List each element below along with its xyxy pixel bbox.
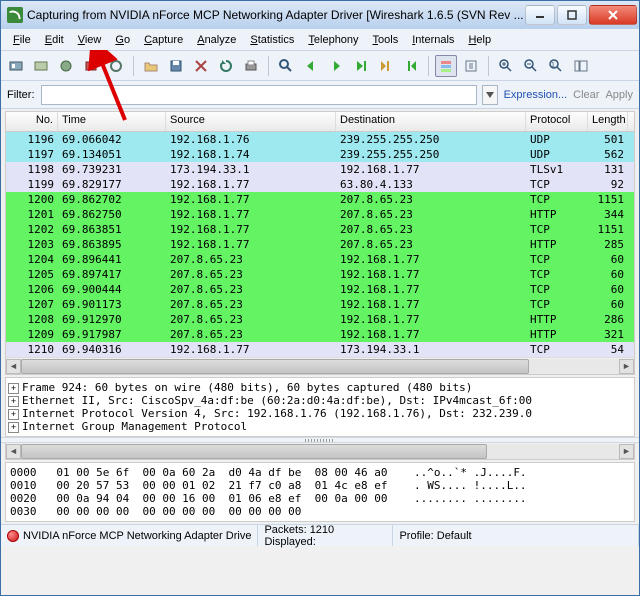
packet-details[interactable]: +Frame 924: 60 bytes on wire (480 bits),… [5,377,635,437]
expand-icon[interactable]: + [8,396,19,407]
packet-list-header[interactable]: No. Time Source Destination Protocol Len… [6,112,634,132]
go-to-next-icon[interactable] [350,55,372,77]
expression-link[interactable]: Expression... [504,89,568,101]
go-last-icon[interactable] [400,55,422,77]
options-icon[interactable] [30,55,52,77]
table-row[interactable]: 119669.066042192.168.1.76239.255.255.250… [6,132,634,147]
menu-edit[interactable]: Edit [39,32,70,48]
go-forward-icon[interactable] [325,55,347,77]
menu-statistics[interactable]: Statistics [244,32,300,48]
toolbar: 1 [1,51,639,81]
colorize-icon[interactable] [435,55,457,77]
table-row[interactable]: 120169.862750192.168.1.77207.8.65.23HTTP… [6,207,634,222]
status-profile: Profile: Default [399,530,471,542]
detail-line[interactable]: +Frame 924: 60 bytes on wire (480 bits),… [8,381,632,394]
interfaces-icon[interactable] [5,55,27,77]
table-row[interactable]: 120869.912970207.8.65.23192.168.1.77HTTP… [6,312,634,327]
details-hscroll[interactable]: ◄ ► [5,443,635,460]
filter-dropdown-button[interactable] [482,85,498,105]
apply-link[interactable]: Apply [605,89,633,101]
menu-file[interactable]: File [7,32,37,48]
table-row[interactable]: 120769.901173207.8.65.23192.168.1.77TCP6… [6,297,634,312]
menu-tools[interactable]: Tools [367,32,405,48]
titlebar: Capturing from NVIDIA nForce MCP Network… [1,1,639,29]
status-packets: Packets: 1210 Displayed: [264,524,386,548]
statusbar: NVIDIA nForce MCP Networking Adapter Dri… [1,524,639,546]
table-row[interactable]: 119869.739231173.194.33.1192.168.1.77TLS… [6,162,634,177]
packet-list-hscroll[interactable]: ◄ ► [6,357,634,374]
detail-line[interactable]: +Ethernet II, Src: CiscoSpv_4a:df:be (60… [8,394,632,407]
expand-icon[interactable]: + [8,422,19,433]
packet-list-body[interactable]: 119669.066042192.168.1.76239.255.255.250… [6,132,634,357]
app-icon [7,7,23,23]
menu-capture[interactable]: Capture [138,32,189,48]
status-interface: NVIDIA nForce MCP Networking Adapter Dri… [23,530,251,542]
minimize-button[interactable] [525,5,555,25]
start-capture-icon[interactable] [55,55,77,77]
open-file-icon[interactable] [140,55,162,77]
close-file-icon[interactable] [190,55,212,77]
table-row[interactable]: 120969.917987207.8.65.23192.168.1.77HTTP… [6,327,634,342]
hex-dump[interactable]: 0000 01 00 5e 6f 00 0a 60 2a d0 4a df be… [5,462,635,522]
table-row[interactable]: 121069.940316192.168.1.77173.194.33.1TCP… [6,342,634,357]
go-back-icon[interactable] [300,55,322,77]
maximize-button[interactable] [557,5,587,25]
table-row[interactable]: 120669.900444207.8.65.23192.168.1.77TCP6… [6,282,634,297]
restart-capture-icon[interactable] [105,55,127,77]
close-button[interactable] [589,5,637,25]
filterbar: Filter: Expression... Clear Apply [1,81,639,109]
expand-icon[interactable]: + [8,383,19,394]
zoom-reset-icon[interactable]: 1 [545,55,567,77]
find-icon[interactable] [275,55,297,77]
resize-columns-icon[interactable] [570,55,592,77]
menu-view[interactable]: View [72,32,108,48]
detail-line[interactable]: +Internet Group Management Protocol [8,420,632,433]
expand-icon[interactable]: + [8,409,19,420]
print-icon[interactable] [240,55,262,77]
menu-telephony[interactable]: Telephony [302,32,364,48]
filter-input[interactable] [41,85,477,105]
menu-help[interactable]: Help [462,32,497,48]
col-protocol[interactable]: Protocol [526,112,588,131]
col-source[interactable]: Source [166,112,336,131]
detail-line[interactable]: +Internet Protocol Version 4, Src: 192.1… [8,407,632,420]
menubar: FileEditViewGoCaptureAnalyzeStatisticsTe… [1,29,639,51]
go-first-icon[interactable] [375,55,397,77]
packet-list: No. Time Source Destination Protocol Len… [5,111,635,375]
table-row[interactable]: 120069.862702192.168.1.77207.8.65.23TCP1… [6,192,634,207]
filter-label: Filter: [7,89,35,101]
table-row[interactable]: 120369.863895192.168.1.77207.8.65.23HTTP… [6,237,634,252]
zoom-out-icon[interactable] [520,55,542,77]
col-no[interactable]: No. [6,112,58,131]
capture-indicator-icon[interactable] [7,530,19,542]
save-file-icon[interactable] [165,55,187,77]
menu-go[interactable]: Go [109,32,136,48]
col-time[interactable]: Time [58,112,166,131]
col-destination[interactable]: Destination [336,112,526,131]
reload-icon[interactable] [215,55,237,77]
col-length[interactable]: Length [588,112,628,131]
menu-analyze[interactable]: Analyze [191,32,242,48]
stop-capture-icon[interactable] [80,55,102,77]
auto-scroll-icon[interactable] [460,55,482,77]
zoom-in-icon[interactable] [495,55,517,77]
menu-internals[interactable]: Internals [406,32,460,48]
table-row[interactable]: 120269.863851192.168.1.77207.8.65.23TCP1… [6,222,634,237]
table-row[interactable]: 119769.134051192.168.1.74239.255.255.250… [6,147,634,162]
table-row[interactable]: 119969.829177192.168.1.7763.80.4.133TCP9… [6,177,634,192]
svg-text:1: 1 [551,62,555,69]
table-row[interactable]: 120569.897417207.8.65.23192.168.1.77TCP6… [6,267,634,282]
clear-link[interactable]: Clear [573,89,599,101]
window-title: Capturing from NVIDIA nForce MCP Network… [27,8,525,22]
table-row[interactable]: 120469.896441207.8.65.23192.168.1.77TCP6… [6,252,634,267]
